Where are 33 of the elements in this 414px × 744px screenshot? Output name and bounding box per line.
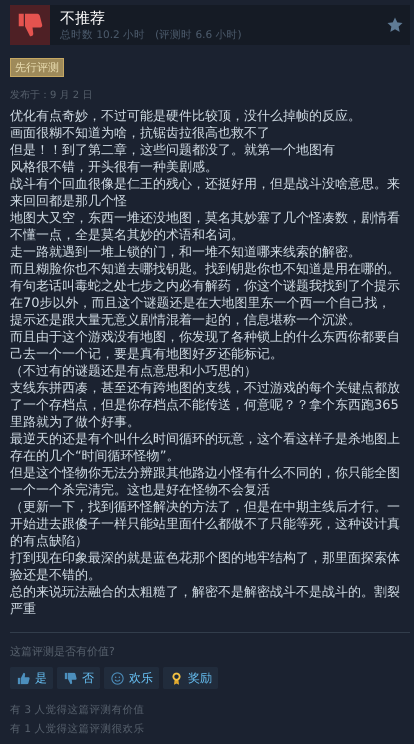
early-access-badge: 先行评测: [10, 58, 64, 77]
vote-button[interactable]: 欢乐: [104, 667, 159, 689]
review-paragraph: 但是这个怪物你无法分辨跟其他路边小怪有什么不同的，你只能全图一个一个杀完清完。这也是好在怪物不会复活: [10, 465, 401, 499]
review-paragraph: 走一路就遇到一堆上锁的门，和一堆不知道哪来线索的解密。: [10, 244, 362, 261]
vote-count-text: 有 1 人觉得这篇评测很欢乐: [10, 722, 146, 737]
review-paragraph: 而且由于这个游戏没有地图，你发现了各种锁上的什么东西你都要自己去一个一个记，要是真有地图好歹还能标记。: [10, 329, 401, 363]
playtime-at-review: (评测时 6.6 小时): [155, 28, 242, 42]
vote-button[interactable]: 否: [57, 667, 100, 689]
review-paragraph: （更新一下，找到循环怪解决的方法了，但是在中期主线后才行。一开始进去跟傻子一样只能站里面什么都做不了只能等死，这种设计真的有点缺陷）: [10, 499, 401, 550]
review-paragraph: 画面很糊不知道为啥，抗锯齿拉很高也救不了: [10, 125, 271, 142]
review-paragraph: 地图大又空，东西一堆还没地图，莫名其妙塞了几个怪凑数，剧情看不懂一点，全是莫名其妙的术语和名词。: [10, 210, 401, 244]
review-paragraph: （不过有的谜题还是有点意思和小巧思的）: [10, 363, 258, 380]
review-paragraph: 最逆天的还是有个叫什么时间循环的玩意，这个看这样子是杀地图上存在的几个“时间循环怪物”。: [10, 431, 401, 465]
vote-button[interactable]: 是: [10, 667, 53, 689]
posted-date: 发布于：9 月 2 日: [10, 89, 94, 102]
vote-button[interactable]: 奖励: [163, 667, 218, 689]
star-icon[interactable]: [386, 16, 404, 34]
thumbs-down-icon: [63, 670, 78, 686]
vote-count-text: 有 3 人觉得这篇评测有价值: [10, 703, 146, 718]
verdict-title: 不推荐: [60, 8, 106, 28]
helpful-question: 这篇评测是否有价值?: [10, 644, 116, 659]
review-paragraph: 有句老话叫毒蛇之处七步之内必有解药，你这个谜题我找到了个提示在70步以外，而且这个谜题还是在大地图里东一个西一个自己找，提示还是跟大量无意义剧情混着一起的，信息堪称一个沉淤。: [10, 278, 401, 329]
playtime-text: 总时数 10.2 小时: [60, 28, 146, 42]
review-paragraph: 战斗有个回血很像是仁王的残心，还挺好用，但是战斗没啥意思。来来回回都是那几个怪: [10, 176, 401, 210]
thumbs-up-icon: [16, 670, 31, 686]
review-paragraph: 打到现在印象最深的就是蓝色花那个图的地牢结构了，那里面探索体验还是不错的。: [10, 550, 401, 584]
review-paragraph: 优化有点奇妙，不过可能是硬件比较顶，没什么掉帧的反应。: [10, 108, 362, 125]
review-paragraph: 总的来说玩法融合的太粗糙了，解密不是解密战斗不是战斗的。割裂严重: [10, 584, 401, 618]
smiley-icon: [110, 670, 125, 686]
review-paragraph: 风格很不错，开头很有一种美剧感。: [10, 159, 219, 176]
review-paragraph: 但是！！到了第二章，这些问题都没了。就第一个地图有: [10, 142, 336, 159]
review-paragraph: 支线东拼西凑，甚至还有跨地图的支线，不过游戏的每个关键点都放了一个存档点，但是你存档点不能传送，何意呢？？拿个东西跑365里路就为了做个好事。: [10, 380, 401, 431]
review-paragraph: 而且糊脸你也不知道去哪找钥匙。找到钥匙你也不知道是用在哪的。: [10, 261, 401, 278]
